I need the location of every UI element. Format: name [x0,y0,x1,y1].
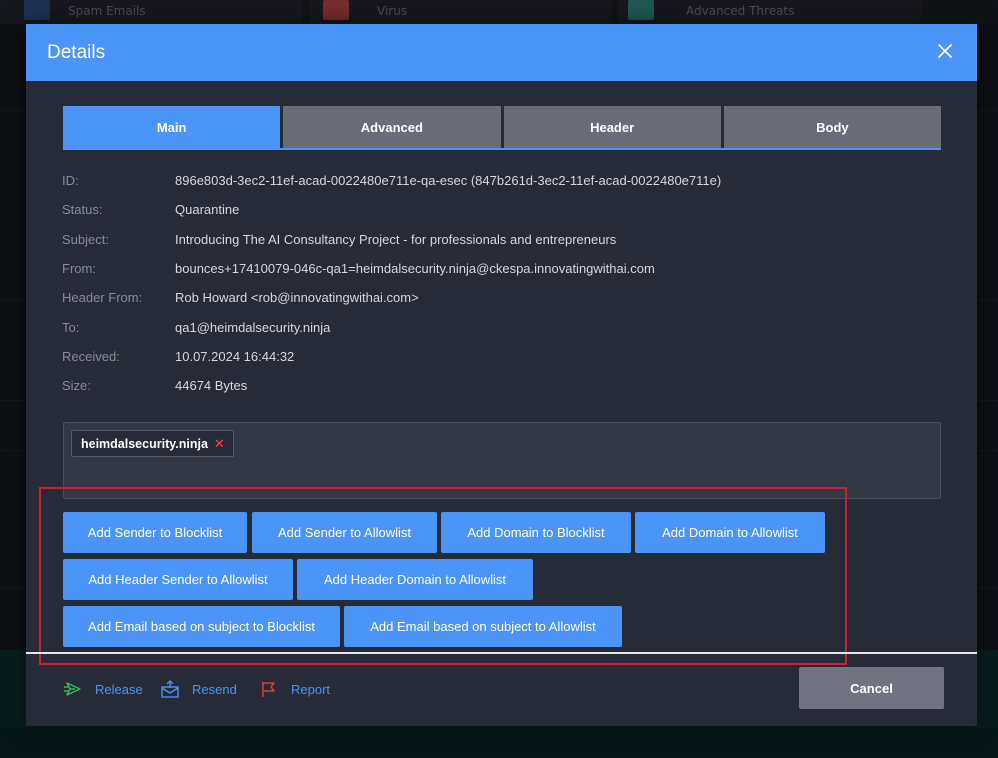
detail-row-id: ID: 896e803d-3ec2-11ef-acad-0022480e711e… [62,166,721,195]
add-email-subject-blocklist-button[interactable]: Add Email based on subject to Blocklist [63,606,340,647]
footer-divider [26,652,977,654]
tab-advanced[interactable]: Advanced [283,106,501,148]
cancel-button[interactable]: Cancel [799,667,944,709]
detail-label: To: [62,319,80,335]
close-icon[interactable] [935,41,955,61]
detail-label: Size: [62,378,91,394]
detail-label: Status: [62,202,103,218]
detail-value: 896e803d-3ec2-11ef-acad-0022480e711e-qa-… [175,173,722,189]
detail-row-received: Received: 10.07.2024 16:44:32 [62,342,721,371]
detail-label: Header From: [62,290,143,306]
add-email-subject-allowlist-button[interactable]: Add Email based on subject to Allowlist [344,606,622,647]
tab-bar: Main Advanced Header Body [63,106,941,150]
report-label: Report [291,681,331,697]
detail-label: Subject: [62,231,109,247]
add-domain-allowlist-button[interactable]: Add Domain to Allowlist [635,512,825,553]
add-sender-allowlist-button[interactable]: Add Sender to Allowlist [252,512,437,553]
modal-title: Details [47,41,106,63]
detail-value: 44674 Bytes [175,378,248,394]
details-list: ID: 896e803d-3ec2-11ef-acad-0022480e711e… [62,166,721,400]
modal-header: Details [26,24,977,81]
add-header-sender-allowlist-button[interactable]: Add Header Sender to Allowlist [63,559,293,600]
domain-tag: heimdalsecurity.ninja ✕ [71,430,234,457]
resend-action[interactable]: Resend [160,680,237,698]
detail-value: qa1@heimdalsecurity.ninja [175,319,331,335]
detail-label: Received: [62,348,120,364]
detail-row-size: Size: 44674 Bytes [62,371,721,400]
add-domain-blocklist-button[interactable]: Add Domain to Blocklist [441,512,631,553]
release-label: Release [95,681,143,697]
detail-value: Quarantine [175,202,240,218]
resend-icon [161,680,179,698]
tab-main[interactable]: Main [63,106,281,148]
release-icon [64,682,81,696]
detail-row-subject: Subject: Introducing The AI Consultancy … [62,225,721,254]
detail-value: bounces+17410079-046c-qa1=heimdalsecurit… [175,261,655,277]
detail-row-status: Status: Quarantine [62,195,721,224]
add-header-domain-allowlist-button[interactable]: Add Header Domain to Allowlist [297,559,533,600]
remove-tag-icon[interactable]: ✕ [214,436,225,452]
resend-label: Resend [192,681,237,697]
release-action[interactable]: Release [63,680,143,698]
detail-row-header-from: Header From: Rob Howard <rob@innovatingw… [62,283,721,312]
detail-label: From: [62,261,96,277]
details-modal: Details Main Advanced Header Body ID: 89… [26,24,977,726]
add-sender-blocklist-button[interactable]: Add Sender to Blocklist [63,512,247,553]
domain-tag-input[interactable]: heimdalsecurity.ninja ✕ [63,422,941,499]
domain-tag-label: heimdalsecurity.ninja [81,436,208,451]
detail-value: Rob Howard <rob@innovatingwithai.com> [175,290,419,306]
tab-header[interactable]: Header [503,106,721,148]
tab-body[interactable]: Body [723,106,941,148]
detail-row-to: To: qa1@heimdalsecurity.ninja [62,312,721,341]
detail-value: 10.07.2024 16:44:32 [175,348,295,364]
detail-value: Introducing The AI Consultancy Project -… [175,231,617,247]
detail-row-from: From: bounces+17410079-046c-qa1=heimdals… [62,254,721,283]
report-action[interactable]: Report [259,680,330,698]
flag-icon [262,682,275,697]
detail-label: ID: [62,173,79,189]
